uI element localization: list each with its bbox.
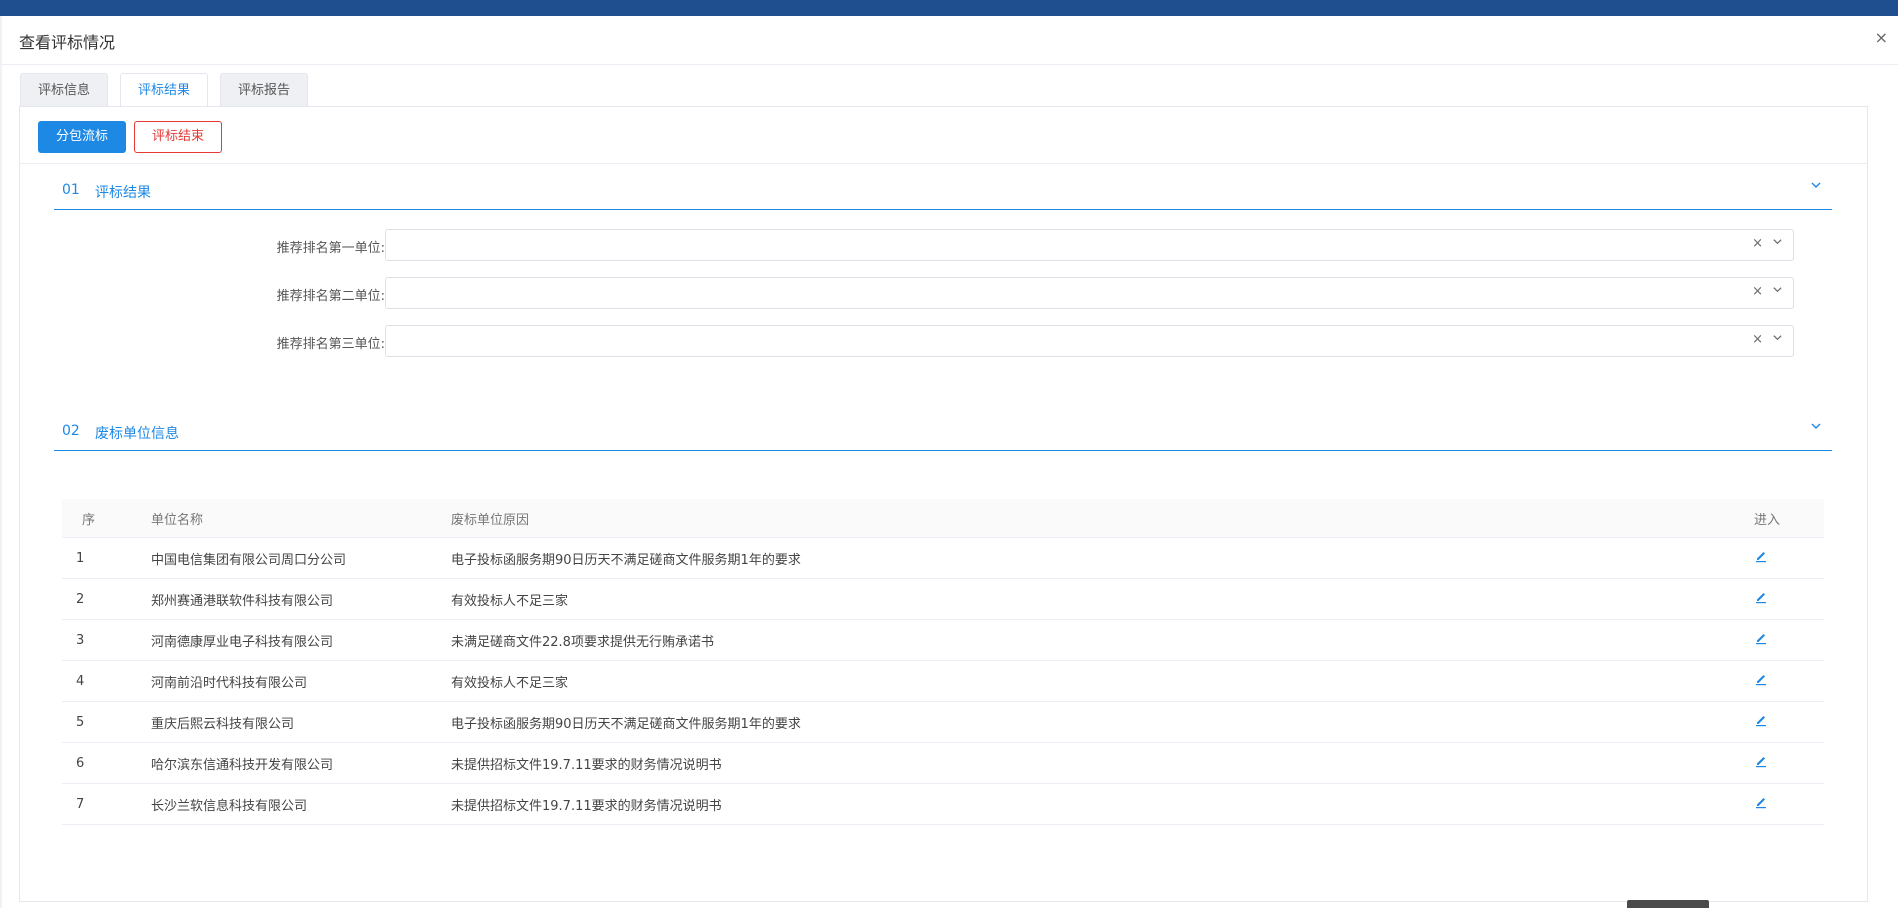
clear-icon[interactable]: × bbox=[1752, 332, 1763, 347]
table-row: 2 郑州赛通港联软件科技有限公司 有效投标人不足三家 bbox=[62, 578, 1824, 620]
table-row: 7 长沙兰软信息科技有限公司 未提供招标文件19.7.11要求的财务情况说明书 bbox=[62, 783, 1824, 825]
row-unit-name: 河南前沿时代科技有限公司 bbox=[151, 660, 451, 702]
dialog: 查看评标情况 × 评标信息 评标结果 评标报告 分包流标 评标结束 01 评标结… bbox=[2, 16, 1898, 908]
field-label: 推荐排名第二单位: bbox=[276, 289, 385, 304]
table-row: 1 中国电信集团有限公司周口分公司 电子投标函服务期90日历天不满足磋商文件服务期1… bbox=[62, 537, 1824, 579]
edit-icon[interactable] bbox=[1754, 631, 1768, 649]
close-icon[interactable]: × bbox=[1875, 28, 1888, 47]
first-unit-select[interactable]: × bbox=[385, 229, 1794, 261]
taskbar-tab[interactable] bbox=[1627, 900, 1709, 908]
table-row: 3 河南德康厚业电子科技有限公司 未满足磋商文件22.8项要求提供无行贿承诺书 bbox=[62, 619, 1824, 661]
row-unit-name: 河南德康厚业电子科技有限公司 bbox=[151, 619, 451, 661]
row-enter-cell bbox=[1754, 578, 1824, 620]
row-seq: 2 bbox=[62, 578, 151, 620]
column-header-reason: 废标单位原因 bbox=[451, 499, 1754, 538]
section-header-rejected[interactable]: 02 废标单位信息 bbox=[54, 412, 1832, 451]
toolbar: 分包流标 评标结束 bbox=[38, 121, 223, 153]
third-unit-select[interactable]: × bbox=[385, 325, 1794, 357]
section-number: 01 bbox=[62, 182, 80, 198]
row-unit-name: 重庆后熙云科技有限公司 bbox=[151, 701, 451, 743]
section-header-results[interactable]: 01 评标结果 bbox=[54, 171, 1832, 210]
form-row-third: 推荐排名第三单位: × bbox=[20, 325, 1820, 357]
rejected-units-table: 序 单位名称 废标单位原因 进入 1 中国电信集团有限公司周口分公司 电子投标函服务… bbox=[62, 499, 1824, 825]
table-header-row: 序 单位名称 废标单位原因 进入 bbox=[62, 499, 1824, 538]
dialog-title: 查看评标情况 bbox=[19, 33, 116, 52]
row-seq: 1 bbox=[62, 537, 151, 579]
row-enter-cell bbox=[1754, 701, 1824, 743]
section-number: 02 bbox=[62, 423, 80, 439]
end-evaluation-button[interactable]: 评标结束 bbox=[134, 121, 223, 153]
edit-icon[interactable] bbox=[1754, 713, 1768, 731]
split-bid-fail-button[interactable]: 分包流标 bbox=[38, 121, 127, 153]
clear-icon[interactable]: × bbox=[1752, 284, 1763, 299]
chevron-down-icon[interactable] bbox=[1772, 236, 1783, 251]
second-unit-select[interactable]: × bbox=[385, 277, 1794, 309]
row-seq: 6 bbox=[62, 742, 151, 784]
row-reason: 有效投标人不足三家 bbox=[451, 578, 1754, 620]
chevron-down-icon[interactable] bbox=[1810, 179, 1822, 195]
column-header-seq: 序 bbox=[62, 499, 151, 538]
table-row: 4 河南前沿时代科技有限公司 有效投标人不足三家 bbox=[62, 660, 1824, 702]
row-reason: 未提供招标文件19.7.11要求的财务情况说明书 bbox=[451, 783, 1754, 825]
row-seq: 5 bbox=[62, 701, 151, 743]
row-enter-cell bbox=[1754, 537, 1824, 579]
table-row: 5 重庆后熙云科技有限公司 电子投标函服务期90日历天不满足磋商文件服务期1年的要求 bbox=[62, 701, 1824, 743]
chevron-down-icon[interactable] bbox=[1772, 332, 1783, 347]
field-label: 推荐排名第一单位: bbox=[276, 241, 385, 256]
dialog-header: 查看评标情况 × bbox=[2, 16, 1898, 65]
row-reason: 电子投标函服务期90日历天不满足磋商文件服务期1年的要求 bbox=[451, 701, 1754, 743]
clear-icon[interactable]: × bbox=[1752, 236, 1763, 251]
edit-icon[interactable] bbox=[1754, 590, 1768, 608]
tab-evaluation-result[interactable]: 评标结果 bbox=[120, 73, 209, 108]
row-seq: 3 bbox=[62, 619, 151, 661]
row-enter-cell bbox=[1754, 742, 1824, 784]
tab-evaluation-info[interactable]: 评标信息 bbox=[20, 73, 109, 106]
section-title: 废标单位信息 bbox=[95, 426, 179, 442]
top-bar bbox=[0, 0, 1898, 16]
form-row-second: 推荐排名第二单位: × bbox=[20, 277, 1820, 309]
edit-icon[interactable] bbox=[1754, 549, 1768, 567]
row-enter-cell bbox=[1754, 660, 1824, 702]
edit-icon[interactable] bbox=[1754, 754, 1768, 772]
row-unit-name: 郑州赛通港联软件科技有限公司 bbox=[151, 578, 451, 620]
tab-bar: 评标信息 评标结果 评标报告 bbox=[20, 73, 309, 108]
row-unit-name: 哈尔滨东信通科技开发有限公司 bbox=[151, 742, 451, 784]
row-unit-name: 中国电信集团有限公司周口分公司 bbox=[151, 537, 451, 579]
row-unit-name: 长沙兰软信息科技有限公司 bbox=[151, 783, 451, 825]
row-reason: 电子投标函服务期90日历天不满足磋商文件服务期1年的要求 bbox=[451, 537, 1754, 579]
field-label: 推荐排名第三单位: bbox=[276, 337, 385, 352]
tab-evaluation-report[interactable]: 评标报告 bbox=[220, 73, 309, 106]
table-row: 6 哈尔滨东信通科技开发有限公司 未提供招标文件19.7.11要求的财务情况说明书 bbox=[62, 742, 1824, 784]
row-seq: 7 bbox=[62, 783, 151, 825]
edit-icon[interactable] bbox=[1754, 672, 1768, 690]
chevron-down-icon[interactable] bbox=[1772, 284, 1783, 299]
row-seq: 4 bbox=[62, 660, 151, 702]
row-enter-cell bbox=[1754, 783, 1824, 825]
chevron-down-icon[interactable] bbox=[1810, 420, 1822, 436]
row-enter-cell bbox=[1754, 619, 1824, 661]
row-reason: 未满足磋商文件22.8项要求提供无行贿承诺书 bbox=[451, 619, 1754, 661]
form-row-first: 推荐排名第一单位: × bbox=[20, 229, 1820, 261]
divider bbox=[20, 163, 1867, 164]
row-reason: 有效投标人不足三家 bbox=[451, 660, 1754, 702]
row-reason: 未提供招标文件19.7.11要求的财务情况说明书 bbox=[451, 742, 1754, 784]
section-title: 评标结果 bbox=[95, 185, 151, 201]
tab-panel: 分包流标 评标结束 01 评标结果 推荐排名第一单位: × 推荐排名第二单位: bbox=[19, 106, 1868, 902]
column-header-name: 单位名称 bbox=[151, 499, 451, 538]
edit-icon[interactable] bbox=[1754, 795, 1768, 813]
column-header-enter: 进入 bbox=[1754, 499, 1824, 538]
